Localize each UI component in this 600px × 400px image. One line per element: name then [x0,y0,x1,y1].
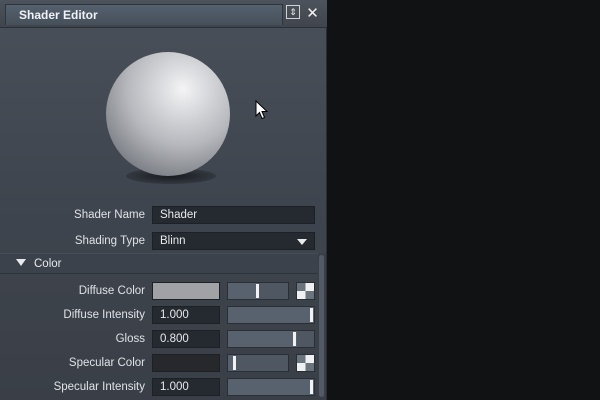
pin-icon[interactable]: ⇕ [286,5,300,19]
material-preview[interactable] [0,28,326,203]
mouse-cursor-icon [255,100,269,120]
slider-handle[interactable] [310,380,313,394]
panel-title: Shader Editor [19,8,98,22]
slider-fill [228,379,314,395]
close-icon[interactable]: ✕ [304,4,321,22]
diffuse-intensity-input[interactable]: 1.000 [152,306,220,324]
collapse-arrow-icon [16,259,26,266]
dropdown-arrow-icon [297,239,307,245]
panel-scrollbar[interactable] [318,253,326,400]
panel-titlebar: Shader Editor ⇕ ✕ [0,0,327,28]
diffuse-intensity-label: Diffuse Intensity [63,309,145,321]
slider-fill [228,307,314,323]
shader-editor-panel: Shader Editor ⇕ ✕ Shader Name Shader Sha… [0,0,327,400]
specular-color-label: Specular Color [68,357,145,369]
material-preview-sphere [106,52,230,176]
shading-type-select[interactable]: Blinn [152,232,315,250]
gloss-label: Gloss [115,333,145,345]
slider-fill [228,283,258,299]
diffuse-color-swatch[interactable] [152,282,220,300]
diffuse-intensity-slider[interactable] [227,306,315,324]
slider-handle[interactable] [233,356,236,370]
gloss-slider[interactable] [227,330,315,348]
diffuse-color-slider[interactable] [227,282,289,300]
color-section-label: Color [34,258,62,270]
specular-intensity-slider[interactable] [227,378,315,396]
color-section-header[interactable]: Color [0,253,318,274]
specular-color-swatch[interactable] [152,354,220,372]
specular-intensity-input[interactable]: 1.000 [152,378,220,396]
shading-type-value: Blinn [160,235,186,247]
shader-name-label: Shader Name [74,209,145,221]
gloss-input[interactable]: 0.800 [152,330,220,348]
slider-handle[interactable] [256,284,259,298]
diffuse-texture-map-button[interactable] [296,282,315,300]
shader-name-input[interactable]: Shader [152,206,315,224]
slider-handle[interactable] [293,332,296,346]
specular-texture-map-button[interactable] [296,354,315,372]
slider-fill [228,331,297,347]
diffuse-color-label: Diffuse Color [78,285,145,297]
shading-type-label: Shading Type [74,235,145,247]
specular-intensity-label: Specular Intensity [53,381,145,393]
scrollbar-thumb[interactable] [319,255,324,397]
specular-color-slider[interactable] [227,354,289,372]
slider-handle[interactable] [310,308,313,322]
